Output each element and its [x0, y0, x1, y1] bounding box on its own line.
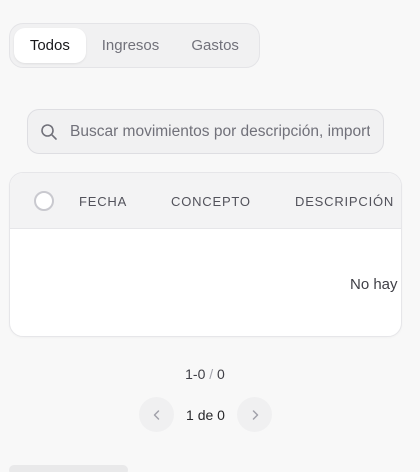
page-indicator: 1 de 0 [186, 406, 225, 423]
search-input[interactable] [70, 122, 370, 141]
column-header-fecha[interactable]: FECHA [79, 194, 127, 209]
tab-ingresos[interactable]: Ingresos [86, 28, 176, 63]
prev-page-button[interactable] [139, 397, 174, 432]
select-all-checkbox[interactable] [34, 191, 54, 211]
chevron-right-icon [252, 409, 258, 420]
column-header-descripcion[interactable]: DESCRIPCIÓN [295, 194, 394, 209]
pager: 1 de 0 [139, 396, 272, 433]
empty-state-text: No hay [350, 276, 398, 293]
table-header: FECHA CONCEPTO DESCRIPCIÓN [10, 173, 401, 229]
chevron-left-icon [153, 409, 159, 420]
range-total: 0 [217, 366, 225, 382]
pagination-range: 1-0 / 0 [0, 366, 410, 382]
tab-gastos[interactable]: Gastos [175, 28, 255, 63]
column-header-concepto[interactable]: CONCEPTO [171, 194, 251, 209]
transactions-table: FECHA CONCEPTO DESCRIPCIÓN No hay [9, 172, 402, 337]
next-page-button[interactable] [237, 397, 272, 432]
search-icon [41, 123, 57, 140]
transaction-type-tabs: Todos Ingresos Gastos [9, 23, 260, 68]
search-bar [27, 109, 384, 154]
range-separator: / [209, 366, 214, 382]
tab-todos[interactable]: Todos [14, 28, 86, 63]
bottom-bar [9, 465, 128, 472]
range-start-end: 1-0 [185, 366, 206, 382]
page: Todos Ingresos Gastos FECHA CONCEPTO DES… [0, 0, 420, 472]
